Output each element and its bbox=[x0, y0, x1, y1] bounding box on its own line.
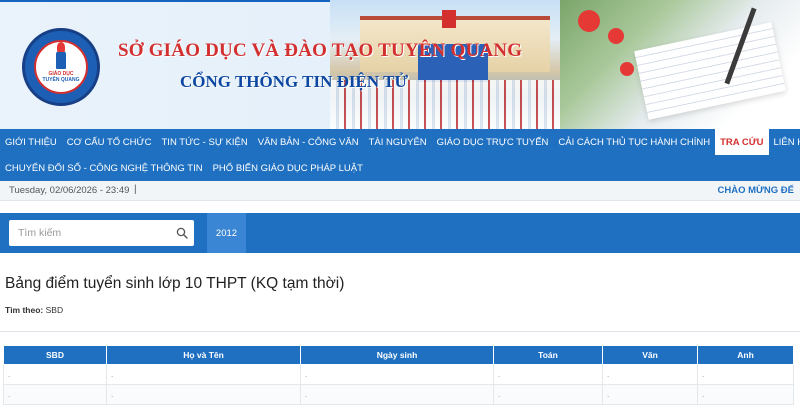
table-cell: . bbox=[493, 384, 603, 405]
nav-item-cai-cach-thu-tuc[interactable]: CẢI CÁCH THỦ TỤC HÀNH CHÍNH bbox=[553, 129, 715, 155]
table-cell: . bbox=[106, 384, 301, 405]
page-title: Bảng điểm tuyển sinh lớp 10 THPT (KQ tạm… bbox=[5, 275, 345, 292]
divider bbox=[0, 331, 800, 332]
filter-value: SBD bbox=[45, 305, 64, 315]
page: GIÁO DỤC TUYÊN QUANG SỞ GIÁO DỤC VÀ ĐÀO … bbox=[0, 0, 800, 412]
flower-shape bbox=[608, 28, 624, 44]
column-header-anh: Anh bbox=[697, 345, 794, 365]
search-box bbox=[9, 220, 194, 246]
date-separator: | bbox=[134, 184, 137, 195]
logo-emblem: GIÁO DỤC TUYÊN QUANG bbox=[34, 40, 88, 94]
nav-item-co-cau-to-chuc[interactable]: CƠ CẤU TỔ CHỨC bbox=[62, 129, 157, 155]
nav-item-gioi-thieu[interactable]: GIỚI THIỆU bbox=[0, 129, 62, 155]
nav-row-2: CHUYỂN ĐỔI SỐ - CÔNG NGHỆ THÔNG TIN PHỔ … bbox=[0, 155, 368, 181]
nav-item-tra-cuu[interactable]: TRA CỨU bbox=[715, 129, 769, 155]
column-header-sbd: SBD bbox=[3, 345, 107, 365]
nav-item-chuyen-doi-so[interactable]: CHUYỂN ĐỔI SỐ - CÔNG NGHỆ THÔNG TIN bbox=[0, 155, 208, 181]
flower-shape bbox=[578, 10, 600, 32]
table-cell: . bbox=[3, 364, 107, 385]
nav-item-van-ban-cong-van[interactable]: VĂN BẢN - CÔNG VĂN bbox=[253, 129, 364, 155]
table-cell: . bbox=[602, 364, 698, 385]
search-icon[interactable] bbox=[176, 227, 188, 239]
date-bar: Tuesday, 02/06/2026 - 23:49 | CHÀO MỪNG … bbox=[0, 181, 800, 201]
table-cell: . bbox=[697, 364, 794, 385]
search-input[interactable] bbox=[9, 220, 169, 246]
table-cell: . bbox=[300, 384, 494, 405]
column-header-ngay-sinh: Ngày sinh bbox=[300, 345, 494, 365]
search-filter: Tìm theo: SBD bbox=[5, 305, 63, 315]
table-cell: . bbox=[106, 364, 301, 385]
nav-item-giao-duc-truc-tuyen[interactable]: GIÁO DỤC TRỰC TUYẾN bbox=[432, 129, 554, 155]
search-bar: 2012 bbox=[0, 213, 800, 253]
column-header-van: Văn bbox=[602, 345, 698, 365]
flag-shape bbox=[442, 10, 456, 28]
main-nav: GIỚI THIỆU CƠ CẤU TỔ CHỨC TIN TỨC - SỰ K… bbox=[0, 129, 800, 181]
organization-name: SỞ GIÁO DỤC VÀ ĐÀO TẠO TUYÊN QUANG bbox=[118, 40, 523, 61]
banner-school-photo bbox=[330, 0, 570, 129]
nav-item-pho-bien-phap-luat[interactable]: PHỔ BIẾN GIÁO DỤC PHÁP LUẬT bbox=[208, 155, 368, 181]
table-cell: . bbox=[3, 384, 107, 405]
column-header-ho-va-ten: Họ và Tên bbox=[106, 345, 301, 365]
logo-text-line2: TUYÊN QUANG bbox=[42, 77, 80, 83]
table-cell: . bbox=[602, 384, 698, 405]
current-datetime: Tuesday, 02/06/2026 - 23:49 bbox=[9, 185, 130, 196]
nav-item-tin-tuc-su-kien[interactable]: TIN TỨC - SỰ KIỆN bbox=[157, 129, 253, 155]
torch-icon bbox=[56, 42, 66, 69]
nav-item-tai-nguyen[interactable]: TÀI NGUYÊN bbox=[364, 129, 432, 155]
portal-name: CỔNG THÔNG TIN ĐIỆN TỬ bbox=[180, 72, 408, 91]
banner-flowers-paper-image bbox=[560, 0, 800, 129]
table-header-row: SBD Họ và Tên Ngày sinh Toán Văn Anh bbox=[3, 345, 794, 365]
table-cell: . bbox=[300, 364, 494, 385]
year-tab-2012[interactable]: 2012 bbox=[207, 213, 246, 253]
welcome-marquee: CHÀO MỪNG ĐẾ bbox=[717, 185, 795, 196]
nav-row-1: GIỚI THIỆU CƠ CẤU TỔ CHỨC TIN TỨC - SỰ K… bbox=[0, 129, 800, 155]
filter-label: Tìm theo: bbox=[5, 305, 44, 315]
table-row: . . . . . . bbox=[3, 364, 794, 385]
table-cell: . bbox=[493, 364, 603, 385]
results-table: SBD Họ và Tên Ngày sinh Toán Văn Anh . .… bbox=[3, 345, 794, 405]
table-row: . . . . . . bbox=[3, 384, 794, 405]
column-header-toan: Toán bbox=[493, 345, 603, 365]
header-banner: GIÁO DỤC TUYÊN QUANG SỞ GIÁO DỤC VÀ ĐÀO … bbox=[0, 0, 800, 129]
logo[interactable]: GIÁO DỤC TUYÊN QUANG bbox=[22, 28, 100, 106]
paper-shape bbox=[634, 22, 786, 120]
nav-item-lien-he[interactable]: LIÊN HỆ bbox=[769, 129, 800, 155]
flower-shape bbox=[620, 62, 634, 76]
table-cell: . bbox=[697, 384, 794, 405]
